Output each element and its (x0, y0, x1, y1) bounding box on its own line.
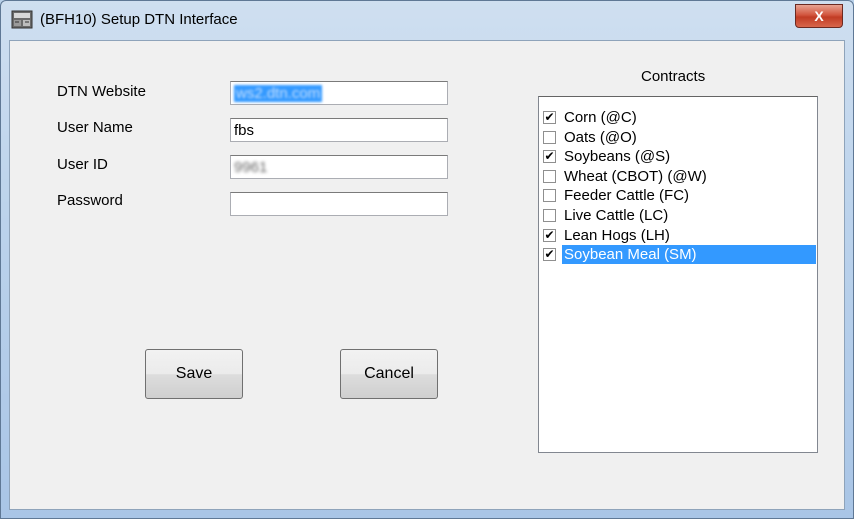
checkbox-unchecked[interactable] (543, 189, 556, 203)
userid-value: 9961 (234, 159, 268, 176)
close-button[interactable]: X (795, 4, 843, 28)
contract-label: Soybean Meal (SM) (562, 245, 816, 265)
userid-input[interactable]: 9961 (230, 155, 448, 179)
username-input[interactable]: fbs (230, 118, 448, 142)
application-icon (11, 10, 33, 29)
window-title: (BFH10) Setup DTN Interface (40, 11, 238, 28)
contract-label: Soybeans (@S) (564, 148, 671, 166)
website-value: ws2.dtn.com (234, 85, 323, 102)
contract-label: Feeder Cattle (FC) (564, 187, 690, 205)
checkbox-checked[interactable]: ✔ (543, 111, 556, 124)
password-input[interactable] (230, 192, 448, 216)
cancel-button[interactable]: Cancel (340, 349, 438, 399)
website-input[interactable]: ws2.dtn.com (230, 81, 448, 105)
contracts-listbox[interactable]: ✔ Corn (@C) Oats (@O) ✔ Soybeans (@S) Wheat (… (538, 96, 818, 453)
save-button[interactable]: Save (145, 349, 243, 399)
contract-label: Corn (@C) (564, 109, 637, 126)
contract-label: Oats (@O) (564, 128, 637, 146)
checkbox-checked[interactable]: ✔ (543, 248, 556, 262)
website-label: DTN Website (57, 83, 146, 100)
checkbox-unchecked[interactable] (543, 169, 556, 183)
contracts-title: Contracts (641, 68, 706, 85)
userid-label: User ID (57, 156, 108, 173)
close-icon: X (814, 8, 824, 24)
username-value: fbs (234, 122, 255, 139)
dialog-window: (BFH10) Setup DTN Interface X DTN Websit… (0, 0, 854, 519)
password-label: Password (57, 192, 123, 209)
checkbox-unchecked[interactable] (543, 209, 556, 222)
checkbox-checked[interactable]: ✔ (543, 150, 556, 164)
checkbox-checked[interactable]: ✔ (543, 228, 556, 242)
title-bar[interactable]: (BFH10) Setup DTN Interface X (1, 1, 853, 39)
contract-label: Wheat (CBOT) (@W) (564, 167, 707, 185)
contract-label: Lean Hogs (LH) (564, 226, 670, 244)
contract-label: Live Cattle (LC) (564, 207, 669, 224)
checkbox-unchecked[interactable] (543, 130, 556, 144)
username-label: User Name (57, 119, 133, 136)
